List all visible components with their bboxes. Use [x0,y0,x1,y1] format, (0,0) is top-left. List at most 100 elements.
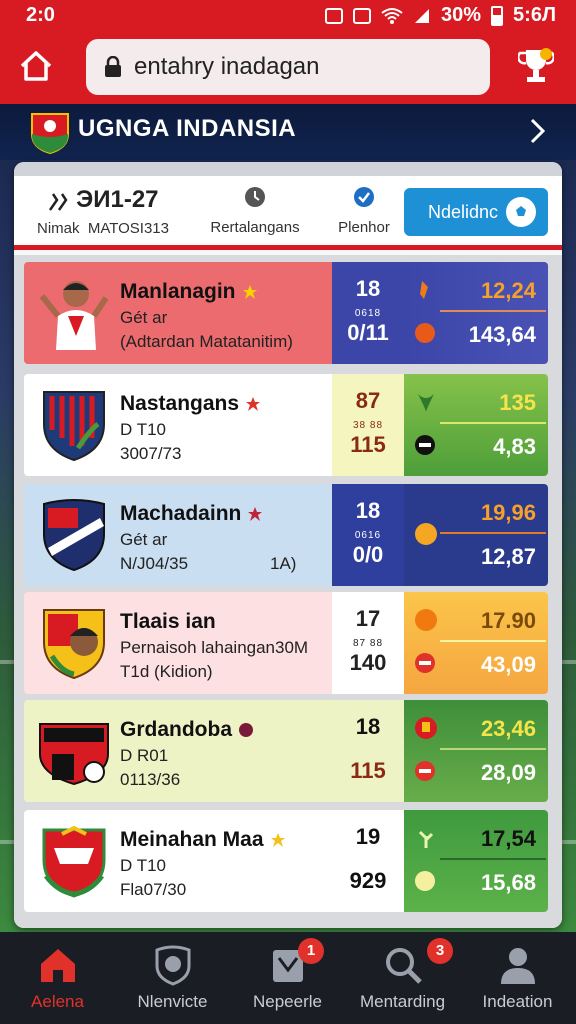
coin-icon [415,761,435,781]
team-crest-icon [42,825,106,898]
tab-profile[interactable]: Indeation [460,932,575,1024]
score-top: 18 [355,714,381,739]
tab-news[interactable]: 1 Nepeerle [230,932,345,1024]
matches-header: ЭИ1-27 Nimak MATOSI313 Rertalangans Plen… [14,176,562,250]
match-info-line: D T10 [120,856,166,875]
match-info-line: D R01 [120,746,169,765]
header-score: ЭИ1-27 [28,186,178,214]
header-col-1: ЭИ1-27 Nimak MATOSI313 [28,186,178,237]
odds-cell[interactable]: 12,24 143,64 [404,262,548,364]
odds-divider [440,422,546,424]
score-meta: 38 88 [352,420,384,431]
match-row[interactable]: Meinahan Maa D T10 Fla07/30 19 929 17,54… [24,810,548,912]
header-col-3[interactable]: Plenhor [328,186,400,236]
home-icon[interactable] [18,48,54,84]
page-header: UGNGA INDANSIA [0,104,576,160]
score-top: 87 [355,388,381,413]
lock-icon [105,56,121,77]
address-bar[interactable] [86,39,490,95]
match-info-line: Gét ar [120,308,168,327]
tab-label: Aelena [31,992,84,1011]
match-row[interactable]: Grdandoba D R01 0113/36 18 115 23,46 28,… [24,700,548,802]
message-icon [353,7,372,24]
status-time: 2:0 [26,4,55,26]
matches-card: ЭИ1-27 Nimak MATOSI313 Rertalangans Plen… [14,162,562,928]
tab-matches[interactable]: Nlenvicte [115,932,230,1024]
odds-top: 19,96 [480,500,536,525]
trophy-icon[interactable] [518,46,554,86]
tab-search[interactable]: 3 Mentarding [345,932,460,1024]
team-name: Nastangans [120,392,261,416]
header-label-2: Rertalangans [210,219,300,236]
odds-cell[interactable]: 17,54 15,68 [404,810,548,912]
score-bottom: 929 [349,868,387,893]
odds-cell[interactable]: 19,96 12,87 [404,484,548,586]
star-icon [270,833,285,848]
tab-home[interactable]: Aelena [0,932,115,1024]
shield-icon [155,945,191,986]
football-icon [506,197,536,227]
odds-bottom: 143,64 [468,322,536,347]
trophy-icon [420,281,428,299]
tab-label: Mentarding [359,992,446,1011]
match-row[interactable]: Machadainn Gét ar N/J04/35 1A) 18 0616 0… [24,484,548,586]
header-label-3: Plenhor [338,219,390,236]
score-bottom: 115 [350,432,386,457]
coin-icon [415,323,435,343]
odds-cell[interactable]: 23,46 28,09 [404,700,548,802]
score-cell: 18 0618 0/11 [332,262,404,364]
team-name: Tlaais ian [120,610,216,633]
odds-cell[interactable]: 17.90 43,09 [404,592,548,694]
match-venue: (Adtardan Matatanitim) [120,332,293,351]
odds-cell[interactable]: 135 4,83 [404,374,548,476]
odds-top: 135 [499,390,536,415]
search-icon [386,948,422,984]
player-avatar [39,281,109,350]
score-meta: 0618 [354,308,382,319]
players-icon [49,192,68,211]
score-top: 19 [355,824,381,849]
score-bottom: 140 [349,650,387,675]
home-icon [41,949,75,982]
match-row[interactable]: Nastangans D T10 3007/73 87 38 88 115 13… [24,374,548,476]
coin-icon [415,871,435,891]
odds-divider [440,748,546,750]
star-icon [246,397,261,412]
score-cell: 87 38 88 115 [332,374,404,476]
match-venue: 3007/73 [120,444,182,463]
score-top: 18 [355,498,381,523]
notification-badge: 1 [298,938,324,964]
url-input[interactable] [134,53,464,81]
score-meta: 0616 [354,530,382,541]
team-crest-icon [43,391,105,462]
odds-top: 17.90 [480,608,536,633]
tab-label: Nepeerle [253,992,322,1011]
match-row[interactable]: Manlanagin Gét ar (Adtardan Matatanitim)… [24,262,548,364]
star-icon [239,723,254,738]
odds-top: 23,46 [480,716,536,741]
odds-top: 17,54 [480,826,536,851]
match-info-line: Pernaisoh lahaingan30M [120,638,309,657]
card-top-strip [14,162,562,176]
status-icons: 30% 5:6Л [325,4,556,27]
team-crest-icon [43,609,105,680]
status-clock: 5:6Л [513,4,556,26]
match-row[interactable]: Tlaais ian Pernaisoh lahaingan30M T1d (K… [24,592,548,694]
battery-percent: 30% [441,4,482,26]
notification-badge: 3 [427,938,453,964]
clock-icon [245,187,265,207]
next-matches-button[interactable]: Ndelidnc [404,188,548,236]
team-name: Grdandoba [120,718,254,742]
chevron-right-icon[interactable] [526,116,548,146]
wifi-icon [381,7,403,24]
score-cell: 18 115 [332,700,404,802]
score-cell: 17 87 88 140 [332,592,404,694]
browser-toolbar [0,30,576,104]
score-bottom: 0/0 [352,542,384,567]
header-col-2[interactable]: Rertalangans [200,186,310,236]
user-icon [501,948,535,984]
header-sub: Nimak MATOSI313 [36,220,169,237]
odds-divider [440,858,546,860]
match-info-line: Gét ar [120,530,168,549]
match-venue: Fla07/30 [120,880,187,899]
